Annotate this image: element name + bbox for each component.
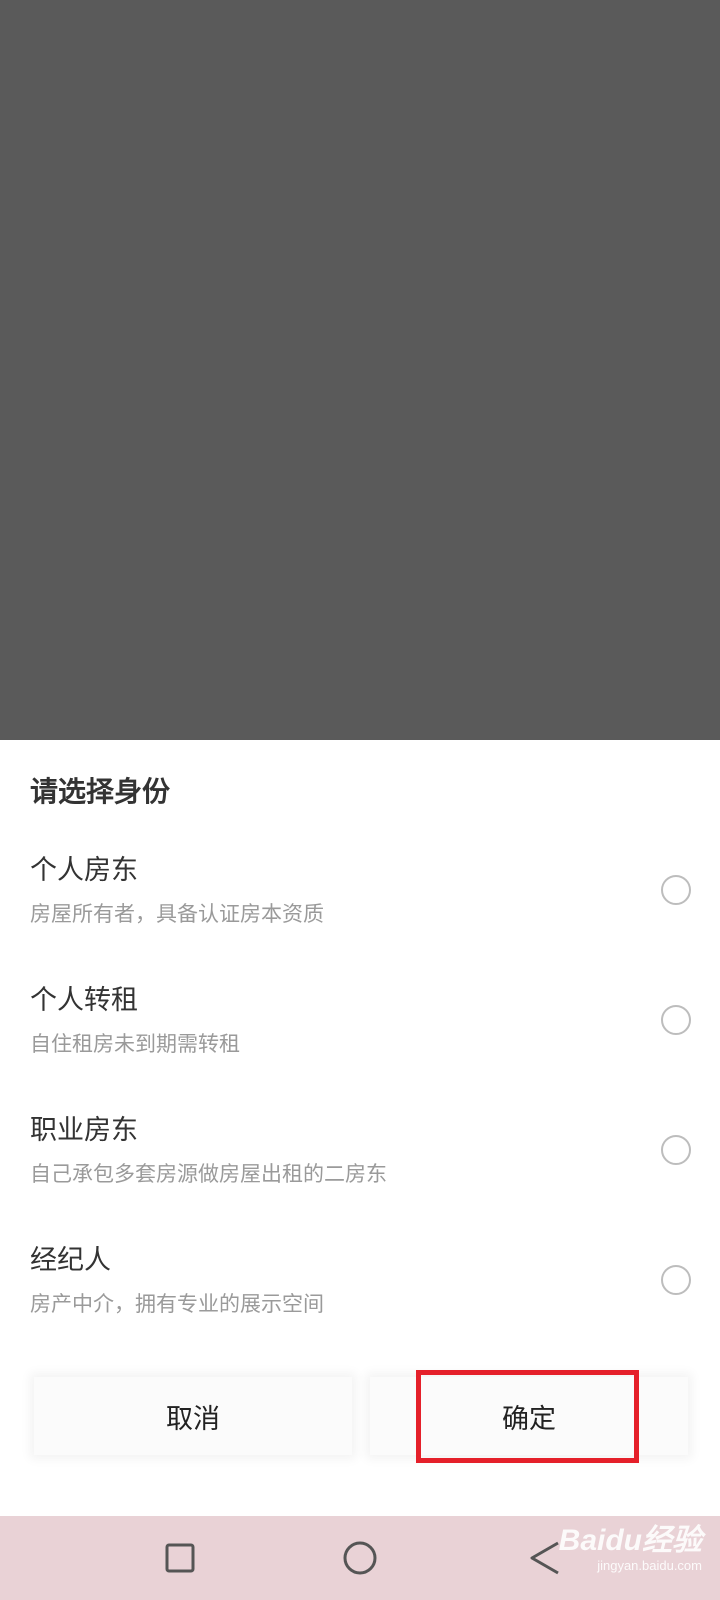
option-description: 自己承包多套房源做房屋出租的二房东: [30, 1162, 387, 1186]
recent-apps-button[interactable]: [160, 1538, 200, 1578]
option-title: 个人转租: [30, 985, 138, 1016]
dim-overlay[interactable]: [0, 0, 720, 740]
baidu-jingyan-watermark: Baidu经验 jingyan.baidu.com: [559, 1524, 702, 1574]
watermark-url-text: jingyan.baidu.com: [597, 1558, 702, 1573]
option-agent[interactable]: 经纪人 房产中介，拥有专业的展示空间: [0, 1238, 720, 1368]
cancel-button[interactable]: 取消: [34, 1377, 352, 1455]
option-description: 房屋所有者，具备认证房本资质: [30, 902, 324, 926]
option-personal-landlord[interactable]: 个人房东 房屋所有者，具备认证房本资质: [0, 848, 720, 978]
option-title: 经纪人: [30, 1245, 111, 1276]
radio-button[interactable]: [661, 1005, 691, 1035]
home-button[interactable]: [340, 1538, 380, 1578]
option-title: 职业房东: [30, 1115, 138, 1146]
option-title: 个人房东: [30, 855, 138, 886]
radio-button[interactable]: [661, 1265, 691, 1295]
watermark-main-text: Baidu经验: [558, 1524, 702, 1557]
triangle-back-icon: [530, 1541, 559, 1575]
radio-button[interactable]: [661, 1135, 691, 1165]
option-professional-landlord[interactable]: 职业房东 自己承包多套房源做房屋出租的二房东: [0, 1108, 720, 1238]
identity-selection-sheet: 请选择身份 个人房东 房屋所有者，具备认证房本资质 个人转租 自住租房未到期需转…: [0, 740, 720, 1516]
radio-button[interactable]: [661, 875, 691, 905]
system-navigation-bar: Baidu经验 jingyan.baidu.com: [0, 1516, 720, 1600]
confirm-button[interactable]: 确定: [370, 1377, 688, 1455]
option-description: 房产中介，拥有专业的展示空间: [30, 1292, 324, 1316]
sheet-title: 请选择身份: [30, 775, 171, 808]
square-recent-apps-icon: [165, 1543, 195, 1573]
option-personal-sublet[interactable]: 个人转租 自住租房未到期需转租: [0, 978, 720, 1108]
circle-home-icon: [343, 1541, 377, 1575]
option-description: 自住租房未到期需转租: [30, 1032, 240, 1056]
